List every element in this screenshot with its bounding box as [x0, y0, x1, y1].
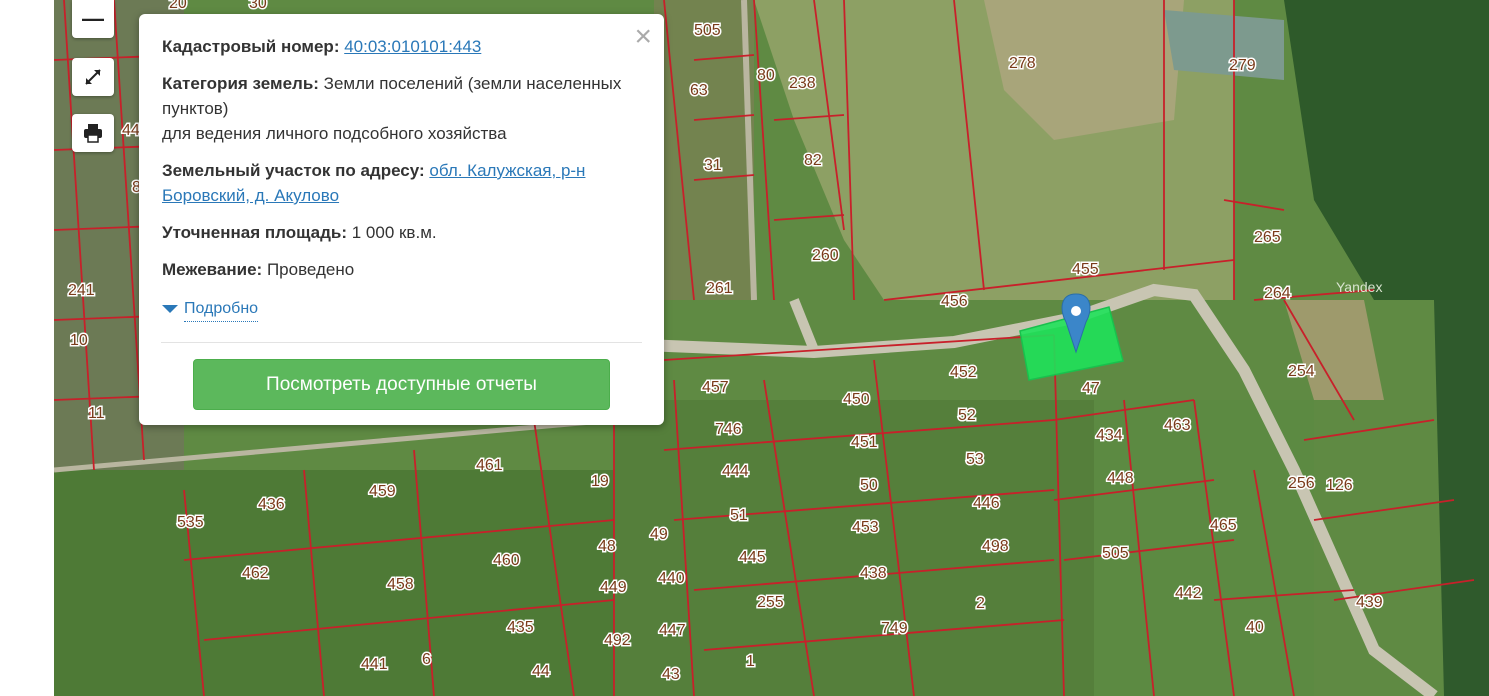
plot-number-label: 441 [361, 656, 388, 673]
cadastral-number-row: Кадастровый номер: 40:03:010101:443 [162, 34, 642, 59]
plot-number-label: 43 [662, 666, 680, 683]
zoom-out-button[interactable]: — [72, 0, 114, 38]
plot-number-label: 448 [1107, 470, 1134, 487]
plot-number-label: 31 [704, 157, 722, 174]
address-row: Земельный участок по адресу: обл. Калужс… [162, 158, 642, 208]
plot-number-label: 254 [1288, 363, 1315, 380]
plot-number-label: 449 [600, 579, 627, 596]
plot-number-label: 260 [812, 247, 839, 264]
plot-number-label: 457 [702, 379, 729, 396]
plot-number-label: 63 [690, 82, 708, 99]
plot-number-label: 452 [950, 364, 977, 381]
plot-number-label: 440 [658, 570, 685, 587]
plot-number-label: 455 [1072, 261, 1099, 278]
triangle-down-icon [162, 305, 178, 313]
land-category-label: Категория земель: [162, 74, 319, 93]
plot-number-label: 53 [966, 451, 984, 468]
cadastral-number-label: Кадастровый номер: [162, 37, 340, 56]
plot-number-label: 462 [242, 565, 269, 582]
plot-number-label: 442 [1175, 585, 1202, 602]
plot-number-label: 436 [258, 496, 285, 513]
plot-number-label: 40 [1246, 619, 1264, 636]
plot-number-label: 434 [1096, 427, 1123, 444]
area-row: Уточненная площадь: 1 000 кв.м. [162, 220, 642, 245]
survey-label: Межевание: [162, 260, 263, 279]
plot-number-label: 451 [851, 434, 878, 451]
plot-number-label: 445 [739, 549, 766, 566]
divider [161, 342, 642, 343]
plot-number-label: 48 [598, 538, 616, 555]
plot-number-label: 44 [532, 663, 550, 680]
plot-number-label: 461 [476, 457, 503, 474]
plot-number-label: 241 [68, 282, 95, 299]
plot-number-label: 6 [422, 651, 431, 668]
plot-number-label: 50 [860, 477, 878, 494]
plot-number-label: 458 [387, 576, 414, 593]
view-reports-button[interactable]: Посмотреть доступные отчеты [193, 359, 610, 410]
plot-number-label: 11 [88, 405, 105, 422]
map-attribution: Yandex [1336, 279, 1382, 295]
plot-number-label: 278 [1009, 55, 1036, 72]
plot-number-label: 265 [1254, 229, 1281, 246]
plot-number-label: 498 [982, 538, 1009, 555]
plot-number-label: 450 [843, 391, 870, 408]
plot-number-label: 80 [757, 67, 775, 84]
survey-value: Проведено [266, 260, 355, 279]
land-category-row: Категория земель: Земли поселений (земли… [162, 71, 642, 146]
plot-number-label: 446 [973, 495, 1000, 512]
plot-number-label: 51 [730, 507, 748, 524]
plot-number-label: 279 [1229, 57, 1256, 74]
plot-number-label: 82 [804, 152, 822, 169]
area-value: 1 000 кв.м. [351, 223, 437, 242]
plot-number-label: 44 [122, 122, 140, 139]
survey-row: Межевание: Проведено [162, 257, 642, 282]
minus-icon: — [82, 6, 104, 31]
details-link[interactable]: Подробно [184, 296, 259, 322]
details-toggle[interactable]: Подробно [162, 296, 642, 322]
plot-number-label: 256 [1288, 475, 1315, 492]
area-label: Уточненная площадь: [162, 223, 347, 242]
plot-number-label: 435 [507, 619, 534, 636]
plot-number-label: 47 [1082, 380, 1100, 397]
plot-number-label: 460 [493, 552, 520, 569]
plot-number-label: 465 [1210, 517, 1237, 534]
plot-number-label: 52 [958, 407, 976, 424]
plot-number-label: 438 [860, 565, 887, 582]
fullscreen-button[interactable] [72, 58, 114, 96]
plot-number-label: 19 [591, 473, 609, 490]
cadastral-number-link[interactable]: 40:03:010101:443 [344, 37, 481, 56]
plot-number-label: 439 [1356, 594, 1383, 611]
printer-icon [84, 124, 102, 143]
plot-number-label: 30 [249, 0, 267, 12]
plot-number-label: 238 [789, 75, 816, 92]
plot-number-label: 535 [177, 514, 204, 531]
plot-number-label: 505 [694, 22, 721, 39]
plot-number-label: 255 [757, 594, 784, 611]
plot-number-label: 749 [881, 620, 908, 637]
plot-number-label: 126 [1326, 477, 1353, 494]
plot-number-label: 463 [1164, 417, 1191, 434]
plot-number-label: 459 [369, 483, 396, 500]
print-button[interactable] [72, 114, 114, 152]
plot-number-label: 456 [941, 293, 968, 310]
plot-number-label: 20 [169, 0, 187, 12]
plot-number-label: 505 [1102, 545, 1129, 562]
plot-number-label: 492 [604, 632, 631, 649]
plot-number-label: 10 [70, 332, 88, 349]
plot-number-label: 264 [1264, 285, 1291, 302]
plot-number-label: 746 [715, 421, 742, 438]
expand-icon [85, 69, 101, 85]
address-label: Земельный участок по адресу: [162, 161, 425, 180]
plot-number-label: 453 [852, 519, 879, 536]
plot-number-label: 261 [706, 280, 733, 297]
plot-number-label: 2 [976, 595, 985, 612]
plot-number-label: 447 [659, 622, 686, 639]
plot-number-label: 444 [722, 463, 749, 480]
plot-number-label: 1 [746, 653, 755, 670]
cadastral-popup: × Кадастровый номер: 40:03:010101:443 Ка… [139, 14, 664, 425]
plot-number-label: 49 [650, 526, 668, 543]
close-icon[interactable]: × [634, 22, 652, 52]
land-use-value: для ведения личного подсобного хозяйства [162, 124, 507, 143]
